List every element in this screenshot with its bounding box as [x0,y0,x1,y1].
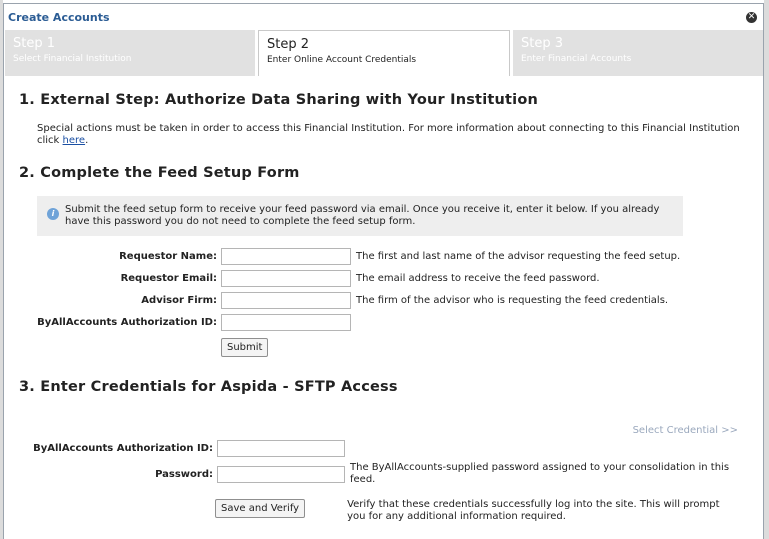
save-and-verify-button[interactable]: Save and Verify [215,499,306,518]
section-1-text-body: Special actions must be taken in order t… [37,123,740,146]
step-2-description: Enter Online Account Credentials [267,55,417,65]
advisor-firm-label: Advisor Firm: [141,294,217,306]
step-3-tab: Step 3 Enter Financial Accounts [513,30,763,76]
step-1-tab: Step 1 Select Financial Institution [5,30,255,76]
step-3-description: Enter Financial Accounts [521,54,632,64]
advisor-firm-input[interactable] [221,291,351,309]
feed-authorization-id-input[interactable] [221,313,351,331]
credential-authorization-id-label: ByAllAccounts Authorization ID: [33,442,213,454]
section-1-text-end: . [85,135,89,146]
requestor-email-help: The email address to receive the feed pa… [356,272,600,284]
credential-authorization-id-input[interactable] [217,439,345,457]
dialog-titlebar: Create Accounts ✕ [4,4,763,30]
info-icon: i [47,208,59,220]
step-1-number: Step 1 [13,36,56,51]
requestor-name-input[interactable] [221,247,351,265]
feed-authorization-id-row: ByAllAccounts Authorization ID: [19,311,748,333]
advisor-firm-help: The firm of the advisor who is requestin… [356,294,669,306]
requestor-email-input[interactable] [221,269,351,287]
info-box: i Submit the feed setup form to receive … [37,196,683,236]
feed-setup-form: Requestor Name: The first and last name … [19,245,748,357]
requestor-name-row: Requestor Name: The first and last name … [19,245,748,267]
feed-authorization-id-label: ByAllAccounts Authorization ID: [37,316,217,328]
requestor-name-label: Requestor Name: [119,250,217,262]
requestor-name-help: The first and last name of the advisor r… [356,250,681,262]
password-row: Password: The ByAllAccounts-supplied pas… [19,459,748,489]
here-link[interactable]: here [63,135,86,146]
credentials-form: ByAllAccounts Authorization ID: Password… [19,437,748,523]
step-3-number: Step 3 [521,36,564,51]
requestor-email-row: Requestor Email: The email address to re… [19,267,748,289]
step-2-number: Step 2 [267,37,310,52]
wizard-steps: Step 1 Select Financial Institution Step… [4,30,763,76]
submit-row: Submit [221,335,748,357]
step-1-description: Select Financial Institution [13,54,132,64]
close-icon[interactable]: ✕ [746,11,757,23]
password-label: Password: [155,468,213,480]
save-row: Save and Verify Verify that these creden… [19,499,748,523]
section-1-text: Special actions must be taken in order t… [37,123,748,147]
step-2-tab: Step 2 Enter Online Account Credentials [258,30,510,76]
section-1-heading: 1. External Step: Authorize Data Sharing… [19,92,539,108]
section-2-heading: 2. Complete the Feed Setup Form [19,165,300,181]
requestor-email-label: Requestor Email: [120,272,217,284]
background-edge-right [764,0,769,539]
section-3-heading: 3. Enter Credentials for Aspida - SFTP A… [19,379,398,395]
password-help: The ByAllAccounts-supplied password assi… [350,462,730,485]
submit-button[interactable]: Submit [221,338,269,357]
password-input[interactable] [217,465,345,483]
dialog-content: 1. External Step: Authorize Data Sharing… [4,92,763,523]
save-help: Verify that these credentials successful… [347,499,720,522]
credential-authorization-id-row: ByAllAccounts Authorization ID: [19,437,748,459]
dialog-title: Create Accounts [8,10,110,24]
select-credential-link[interactable]: Select Credential >> [19,425,738,436]
info-text: Submit the feed setup form to receive yo… [65,204,660,227]
advisor-firm-row: Advisor Firm: The firm of the advisor wh… [19,289,748,311]
create-accounts-dialog: Create Accounts ✕ Step 1 Select Financia… [3,3,764,539]
